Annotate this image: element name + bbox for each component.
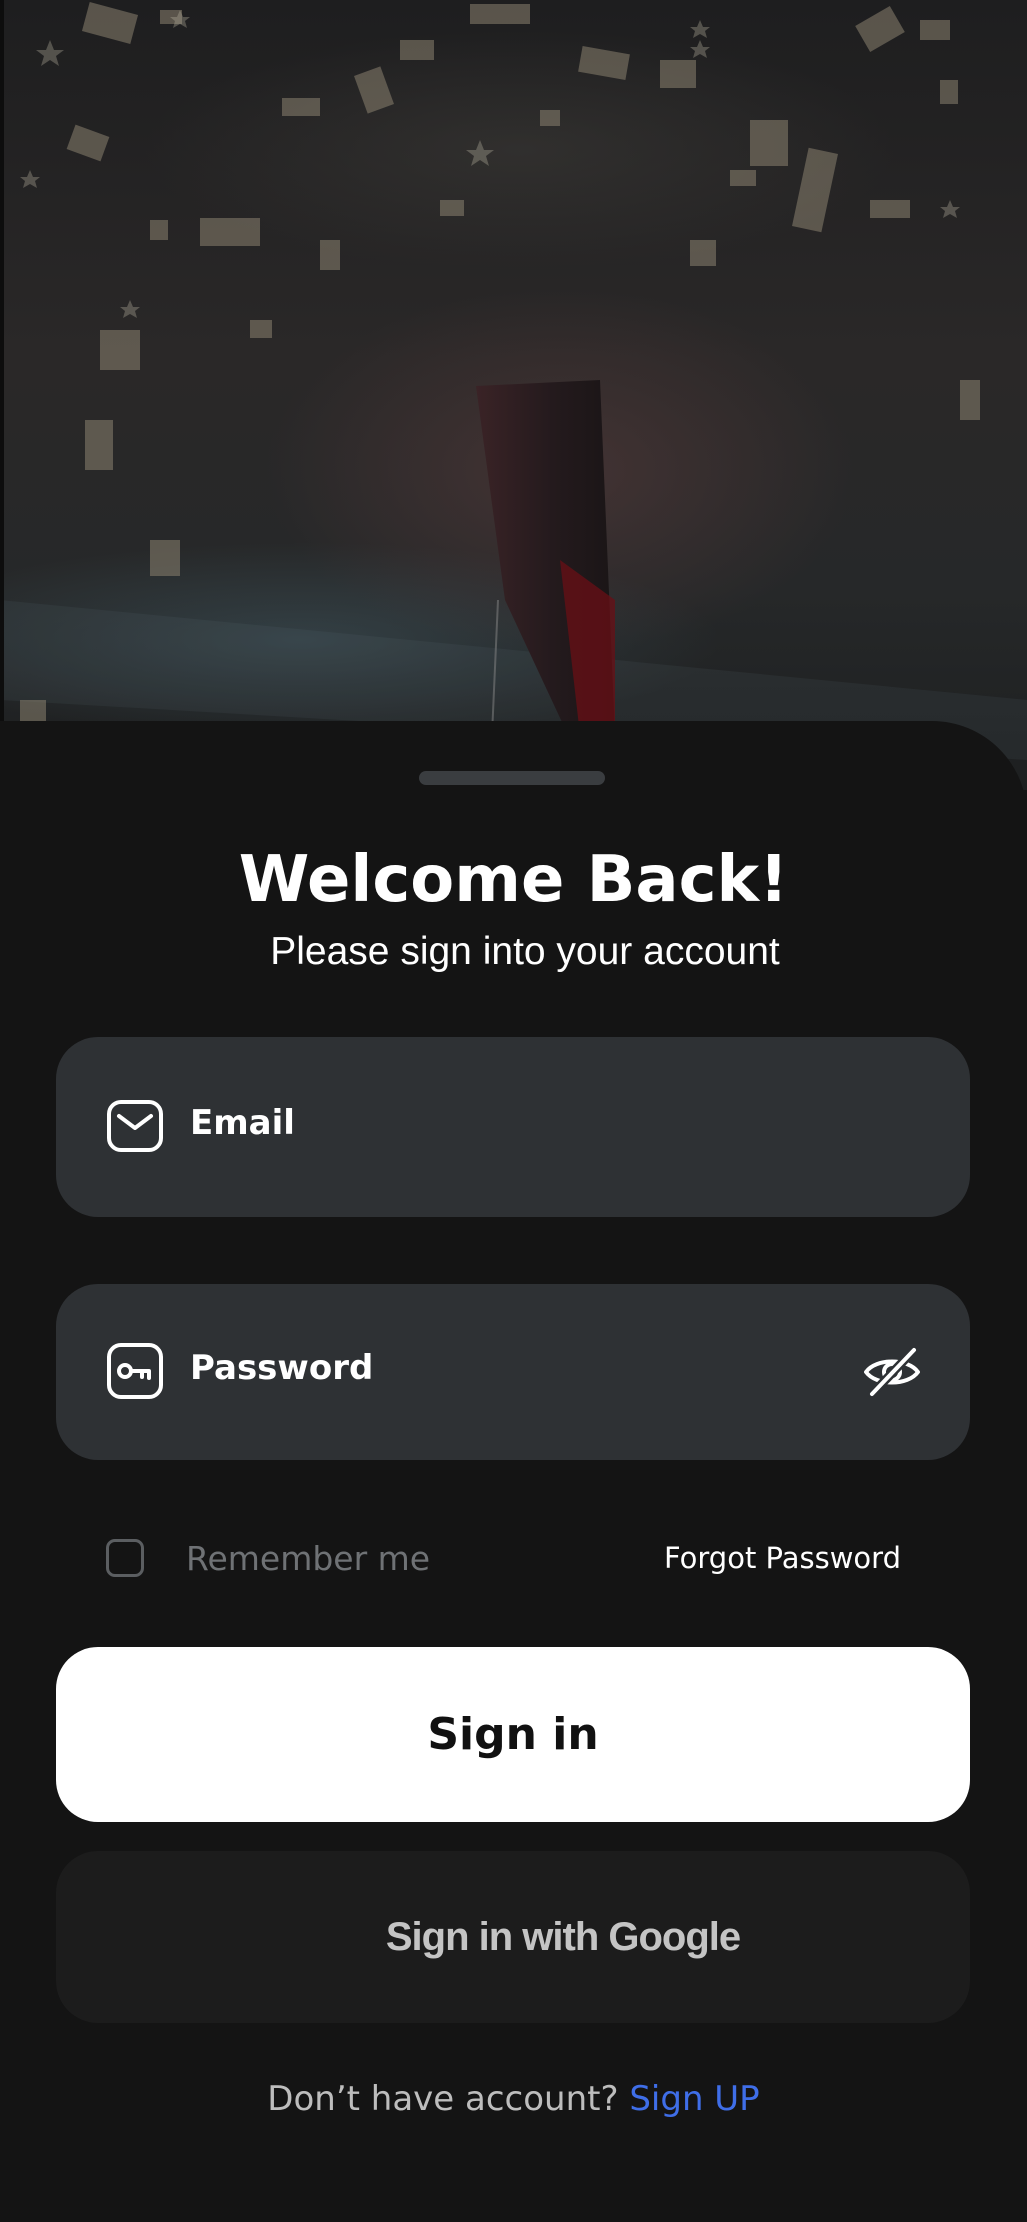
google-sign-in-label: Sign in with Google xyxy=(385,1914,741,1959)
confetti-scene xyxy=(0,2,1027,760)
remember-me-label: Remember me xyxy=(186,1539,431,1578)
hero-background-image xyxy=(0,0,1027,790)
login-screen: Welcome Back! Please sign into your acco… xyxy=(0,0,1027,2222)
sheet-grab-handle[interactable] xyxy=(419,771,605,785)
forgot-password-link[interactable]: Forgot Password xyxy=(664,1541,901,1575)
sign-in-button[interactable]: Sign in xyxy=(56,1647,970,1822)
signup-prompt-text: Don’t have account? xyxy=(267,2079,619,2119)
email-field[interactable]: Email xyxy=(56,1037,970,1217)
sign-up-link[interactable]: Sign UP xyxy=(629,2079,759,2119)
key-icon xyxy=(106,1342,164,1400)
remember-me-option[interactable]: Remember me xyxy=(106,1537,466,1585)
password-field[interactable]: Password xyxy=(56,1284,970,1460)
password-placeholder: Password xyxy=(190,1348,374,1388)
login-sheet: Welcome Back! Please sign into your acco… xyxy=(0,721,1027,2222)
remember-me-checkbox[interactable] xyxy=(106,1539,144,1577)
google-sign-in-button[interactable]: Sign in with Google xyxy=(56,1851,970,2023)
eye-off-icon[interactable] xyxy=(862,1342,922,1402)
email-placeholder: Email xyxy=(190,1103,295,1143)
signup-prompt: Don’t have account? Sign UP xyxy=(0,2079,1027,2119)
hero-edge-shadow xyxy=(0,0,4,790)
page-subtitle: Please sign into your account xyxy=(270,930,780,973)
mail-icon xyxy=(106,1097,164,1155)
page-title: Welcome Back! xyxy=(238,843,789,917)
